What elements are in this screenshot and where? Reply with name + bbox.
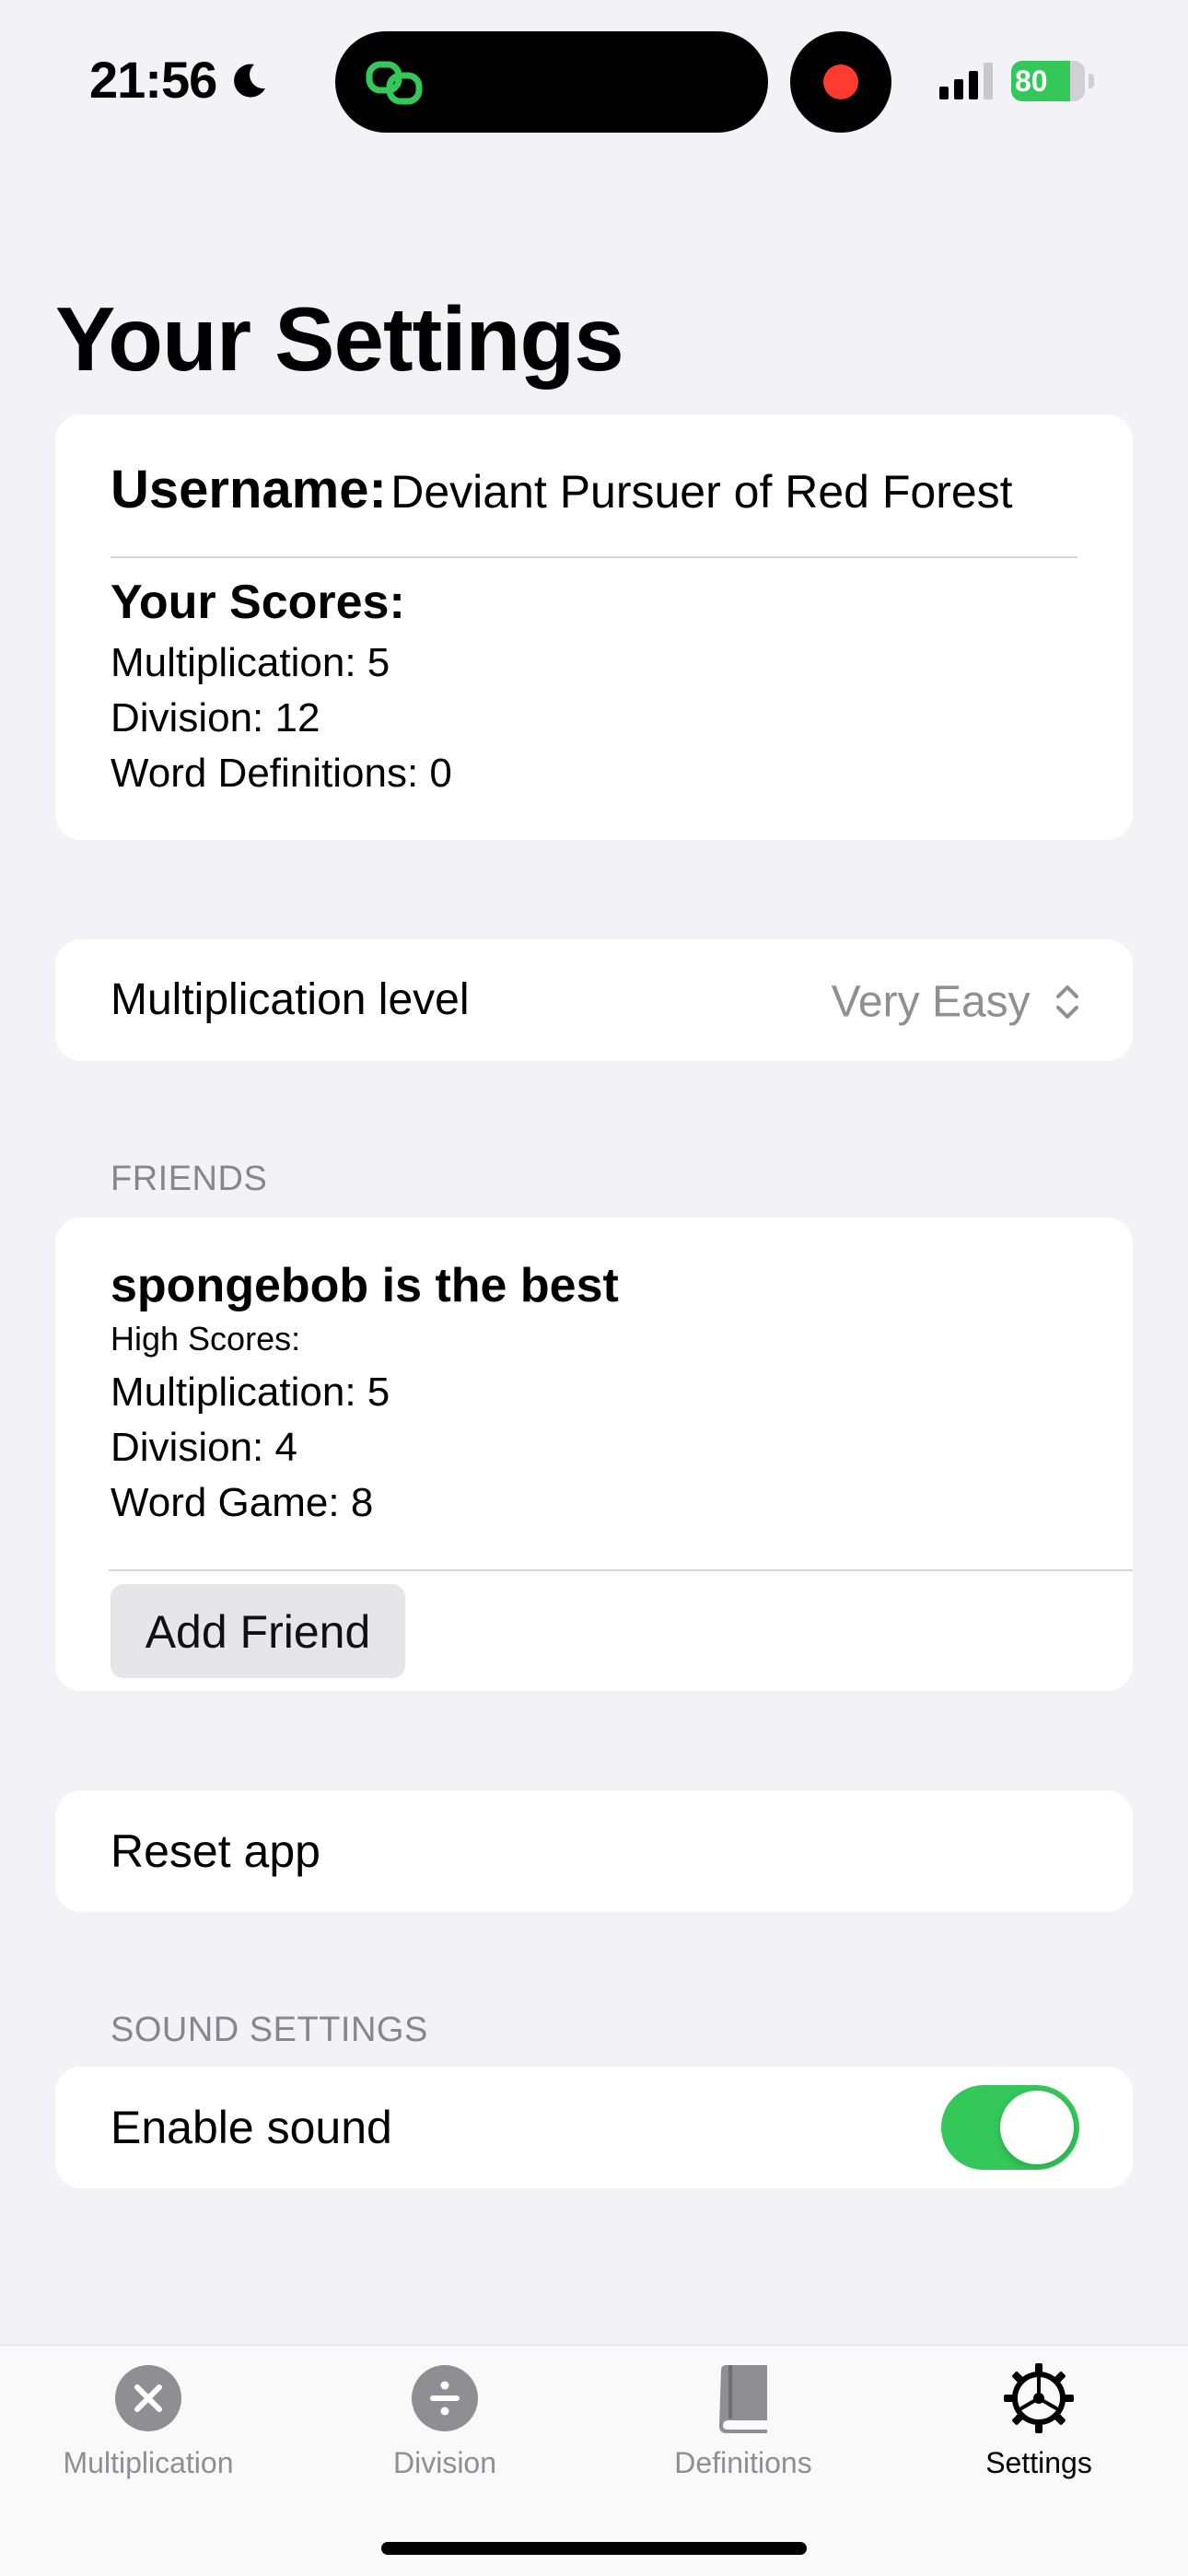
tab-label: Division bbox=[392, 2446, 497, 2479]
moon-icon bbox=[234, 64, 265, 98]
multiplication-level-picker[interactable]: Multiplication level Very Easy bbox=[55, 939, 1133, 1061]
record-dot-icon bbox=[823, 64, 858, 99]
xmark-circle-icon bbox=[115, 2365, 181, 2431]
profile-card: Username: Deviant Pursuer of Red Forest … bbox=[55, 414, 1133, 840]
home-indicator bbox=[381, 2542, 807, 2555]
enable-sound-toggle[interactable] bbox=[941, 2085, 1079, 2170]
tab-label: Settings bbox=[985, 2446, 1092, 2479]
divide-circle-icon bbox=[412, 2365, 478, 2431]
tab-settings[interactable]: Settings bbox=[919, 2360, 1159, 2479]
enable-sound-label: Enable sound bbox=[111, 2102, 392, 2153]
page-title: Your Settings bbox=[55, 288, 624, 390]
status-time: 21:56 bbox=[89, 51, 217, 109]
score-multiplication: Multiplication: 5 bbox=[111, 640, 390, 685]
reset-app-label: Reset app bbox=[111, 1825, 320, 1877]
scores-title: Your Scores: bbox=[111, 576, 405, 629]
username-label: Username: bbox=[111, 460, 387, 519]
friends-card: spongebob is the best High Scores: Multi… bbox=[55, 1218, 1133, 1691]
add-friend-button[interactable]: Add Friend bbox=[111, 1584, 405, 1678]
tab-definitions[interactable]: Definitions bbox=[623, 2360, 863, 2479]
sound-row: Enable sound bbox=[55, 2067, 1133, 2188]
tab-multiplication[interactable]: Multiplication bbox=[29, 2360, 268, 2479]
link-icon bbox=[366, 61, 423, 105]
gear-icon bbox=[1004, 2363, 1074, 2433]
friend-name: spongebob is the best bbox=[111, 1259, 619, 1312]
multiplication-level-value[interactable]: Very Easy bbox=[832, 973, 1081, 1030]
friend-score-multiplication: Multiplication: 5 bbox=[111, 1370, 390, 1415]
battery-percent: 80 bbox=[1015, 64, 1048, 98]
score-division: Division: 12 bbox=[111, 695, 320, 740]
score-word-definitions: Word Definitions: 0 bbox=[111, 751, 452, 796]
username-row: Username: Deviant Pursuer of Red Forest bbox=[111, 459, 1013, 520]
tab-label: Multiplication bbox=[63, 2446, 234, 2479]
username-value: Deviant Pursuer of Red Forest bbox=[390, 466, 1013, 518]
friends-header: FRIENDS bbox=[111, 1160, 268, 1198]
friend-score-division: Division: 4 bbox=[111, 1425, 297, 1470]
multiplication-level-label: Multiplication level bbox=[111, 975, 470, 1024]
book-icon bbox=[719, 2365, 767, 2433]
tab-division[interactable]: Division bbox=[325, 2360, 565, 2479]
divider bbox=[109, 1569, 1133, 1571]
sound-settings-header: SOUND SETTINGS bbox=[111, 2011, 428, 2049]
multiplication-level-selected: Very Easy bbox=[831, 977, 1031, 1027]
friend-score-word-game: Word Game: 8 bbox=[111, 1480, 374, 1525]
toggle-knob bbox=[1000, 2091, 1074, 2164]
divider bbox=[111, 556, 1077, 558]
chevron-up-down-icon bbox=[1056, 985, 1078, 1020]
battery-icon: 80 bbox=[1011, 61, 1094, 101]
reset-app-button[interactable]: Reset app bbox=[55, 1790, 1133, 1912]
tab-label: Definitions bbox=[674, 2446, 812, 2479]
friend-high-scores-label: High Scores: bbox=[111, 1320, 301, 1358]
cellular-signal-icon bbox=[939, 63, 993, 99]
